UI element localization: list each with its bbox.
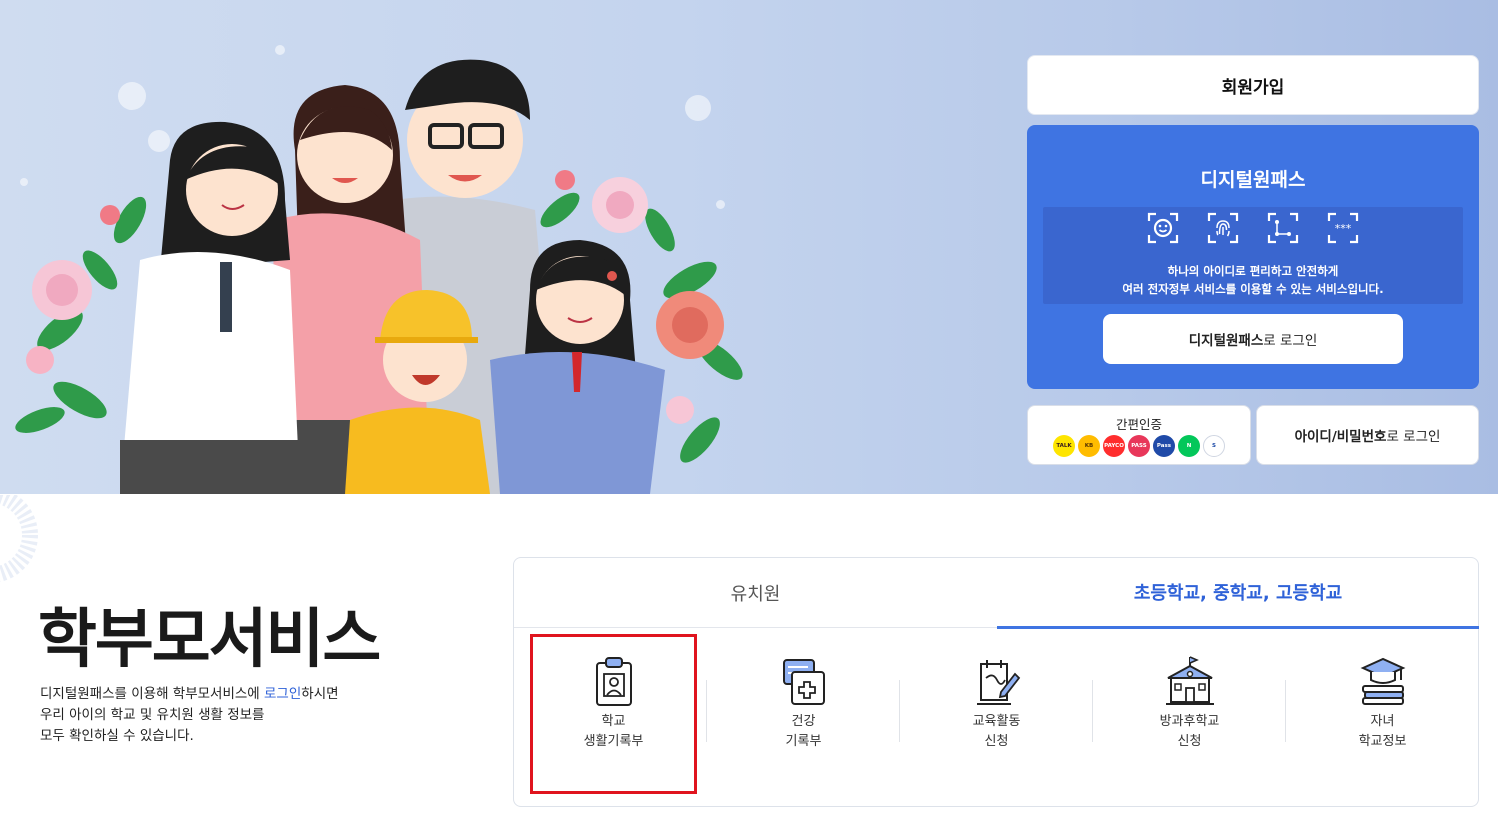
item-label: 교육활동 <box>972 714 1021 729</box>
signup-button[interactable]: 회원가입 <box>1027 55 1479 115</box>
parent-service-title: 학부모서비스 <box>38 603 381 677</box>
item-label: 신청 <box>984 734 1009 749</box>
description-line: 모두 확인하실 수 있습니다. <box>40 728 194 744</box>
item-divider <box>1092 680 1093 742</box>
naver-logo-icon: N <box>1178 435 1200 457</box>
login-button-suffix: 로 로그인 <box>1263 333 1318 349</box>
samsung-pass-logo-icon: Pass <box>1153 435 1175 457</box>
item-label: 신청 <box>1177 734 1202 749</box>
digital-onepass-info-box: *** 하나의 아이디로 편리하고 안전하게 여러 전자정부 서비스를 이용할 … <box>1043 207 1463 304</box>
item-label: 건강 <box>791 714 816 729</box>
shinhan-logo-icon: S <box>1203 435 1225 457</box>
item-divider <box>899 680 900 742</box>
item-divider <box>706 680 707 742</box>
school-type-tabs: 유치원 초등학교, 중학교, 고등학교 <box>514 558 1479 629</box>
item-label: 학교정보 <box>1358 734 1407 749</box>
pattern-icon <box>1267 212 1299 244</box>
education-activity-link[interactable]: 교육활동신청 <box>914 654 1079 764</box>
digital-onepass-title: 디지털원패스 <box>1200 169 1306 191</box>
selection-highlight-box <box>530 634 697 794</box>
kakao-logo-icon: TALK <box>1053 435 1075 457</box>
decorative-ring <box>0 495 38 582</box>
login-button-bold: 디지털원패스 <box>1188 333 1264 349</box>
id-password-login-button[interactable]: 아이디/비밀번호 로 로그인 <box>1256 405 1479 465</box>
pin-icon: *** <box>1327 212 1359 244</box>
login-button-suffix: 로 로그인 <box>1386 429 1441 445</box>
item-divider <box>1285 680 1286 742</box>
digital-onepass-panel: 디지털원패스 *** 하나의 아이디로 편리하고 안전하게 여러 전자정부 서비… <box>1027 125 1479 389</box>
simple-auth-label: 간편인증 <box>1115 417 1162 432</box>
school-info-icon <box>1360 657 1405 705</box>
login-link[interactable]: 로그인 <box>264 686 301 702</box>
svg-text:***: *** <box>1335 222 1352 235</box>
description-text: 디지털원패스를 이용해 학부모서비스에 <box>40 686 265 702</box>
payco-logo-icon: PAYCO <box>1103 435 1125 457</box>
kb-logo-icon: KB <box>1078 435 1100 457</box>
description-line: 우리 아이의 학교 및 유치원 생활 정보를 <box>40 707 265 723</box>
item-label: 기록부 <box>785 734 822 749</box>
hero-banner: 회원가입 디지털원패스 *** 하나의 아이디로 편리하고 안전하게 여러 전자… <box>0 0 1498 494</box>
after-school-link[interactable]: 방과후학교신청 <box>1107 654 1272 764</box>
health-record-link[interactable]: 건강기록부 <box>721 654 886 764</box>
description-text: 하시면 <box>301 686 339 702</box>
health-record-icon <box>782 659 825 705</box>
tab-kindergarten[interactable]: 유치원 <box>514 558 997 628</box>
service-tab-card: 유치원 초등학교, 중학교, 고등학교 학교 생활기록부 건강 기록부 교육활동… <box>513 557 1479 807</box>
tab-elementary-middle-high[interactable]: 초등학교, 중학교, 고등학교 <box>997 558 1479 629</box>
digital-onepass-login-button[interactable]: 디지털원패스 로 로그인 <box>1103 314 1403 364</box>
digital-onepass-description: 하나의 아이디로 편리하고 안전하게 여러 전자정부 서비스를 이용할 수 있는… <box>1043 262 1463 298</box>
family-illustration <box>15 59 743 494</box>
description-line: 하나의 아이디로 편리하고 안전하게 <box>1167 264 1339 278</box>
parent-service-description: 디지털원패스를 이용해 학부모서비스에 로그인하시면 우리 아이의 학교 및 유… <box>40 684 339 747</box>
simple-auth-button[interactable]: 간편인증 TALK KB PAYCO PASS Pass N S <box>1027 405 1251 465</box>
simple-auth-provider-logos: TALK KB PAYCO PASS Pass N S <box>1028 435 1250 457</box>
item-label: 자녀 <box>1370 714 1395 729</box>
description-line: 여러 전자정부 서비스를 이용할 수 있는 서비스입니다. <box>1122 282 1384 296</box>
face-recognition-icon <box>1147 212 1179 244</box>
pass-logo-icon: PASS <box>1128 435 1150 457</box>
school-info-link[interactable]: 자녀학교정보 <box>1300 654 1465 764</box>
fingerprint-icon <box>1207 212 1239 244</box>
item-label: 방과후학교 <box>1159 714 1220 729</box>
after-school-icon <box>1165 656 1214 705</box>
login-button-bold: 아이디/비밀번호 <box>1294 429 1387 445</box>
education-activity-icon <box>976 660 1020 705</box>
